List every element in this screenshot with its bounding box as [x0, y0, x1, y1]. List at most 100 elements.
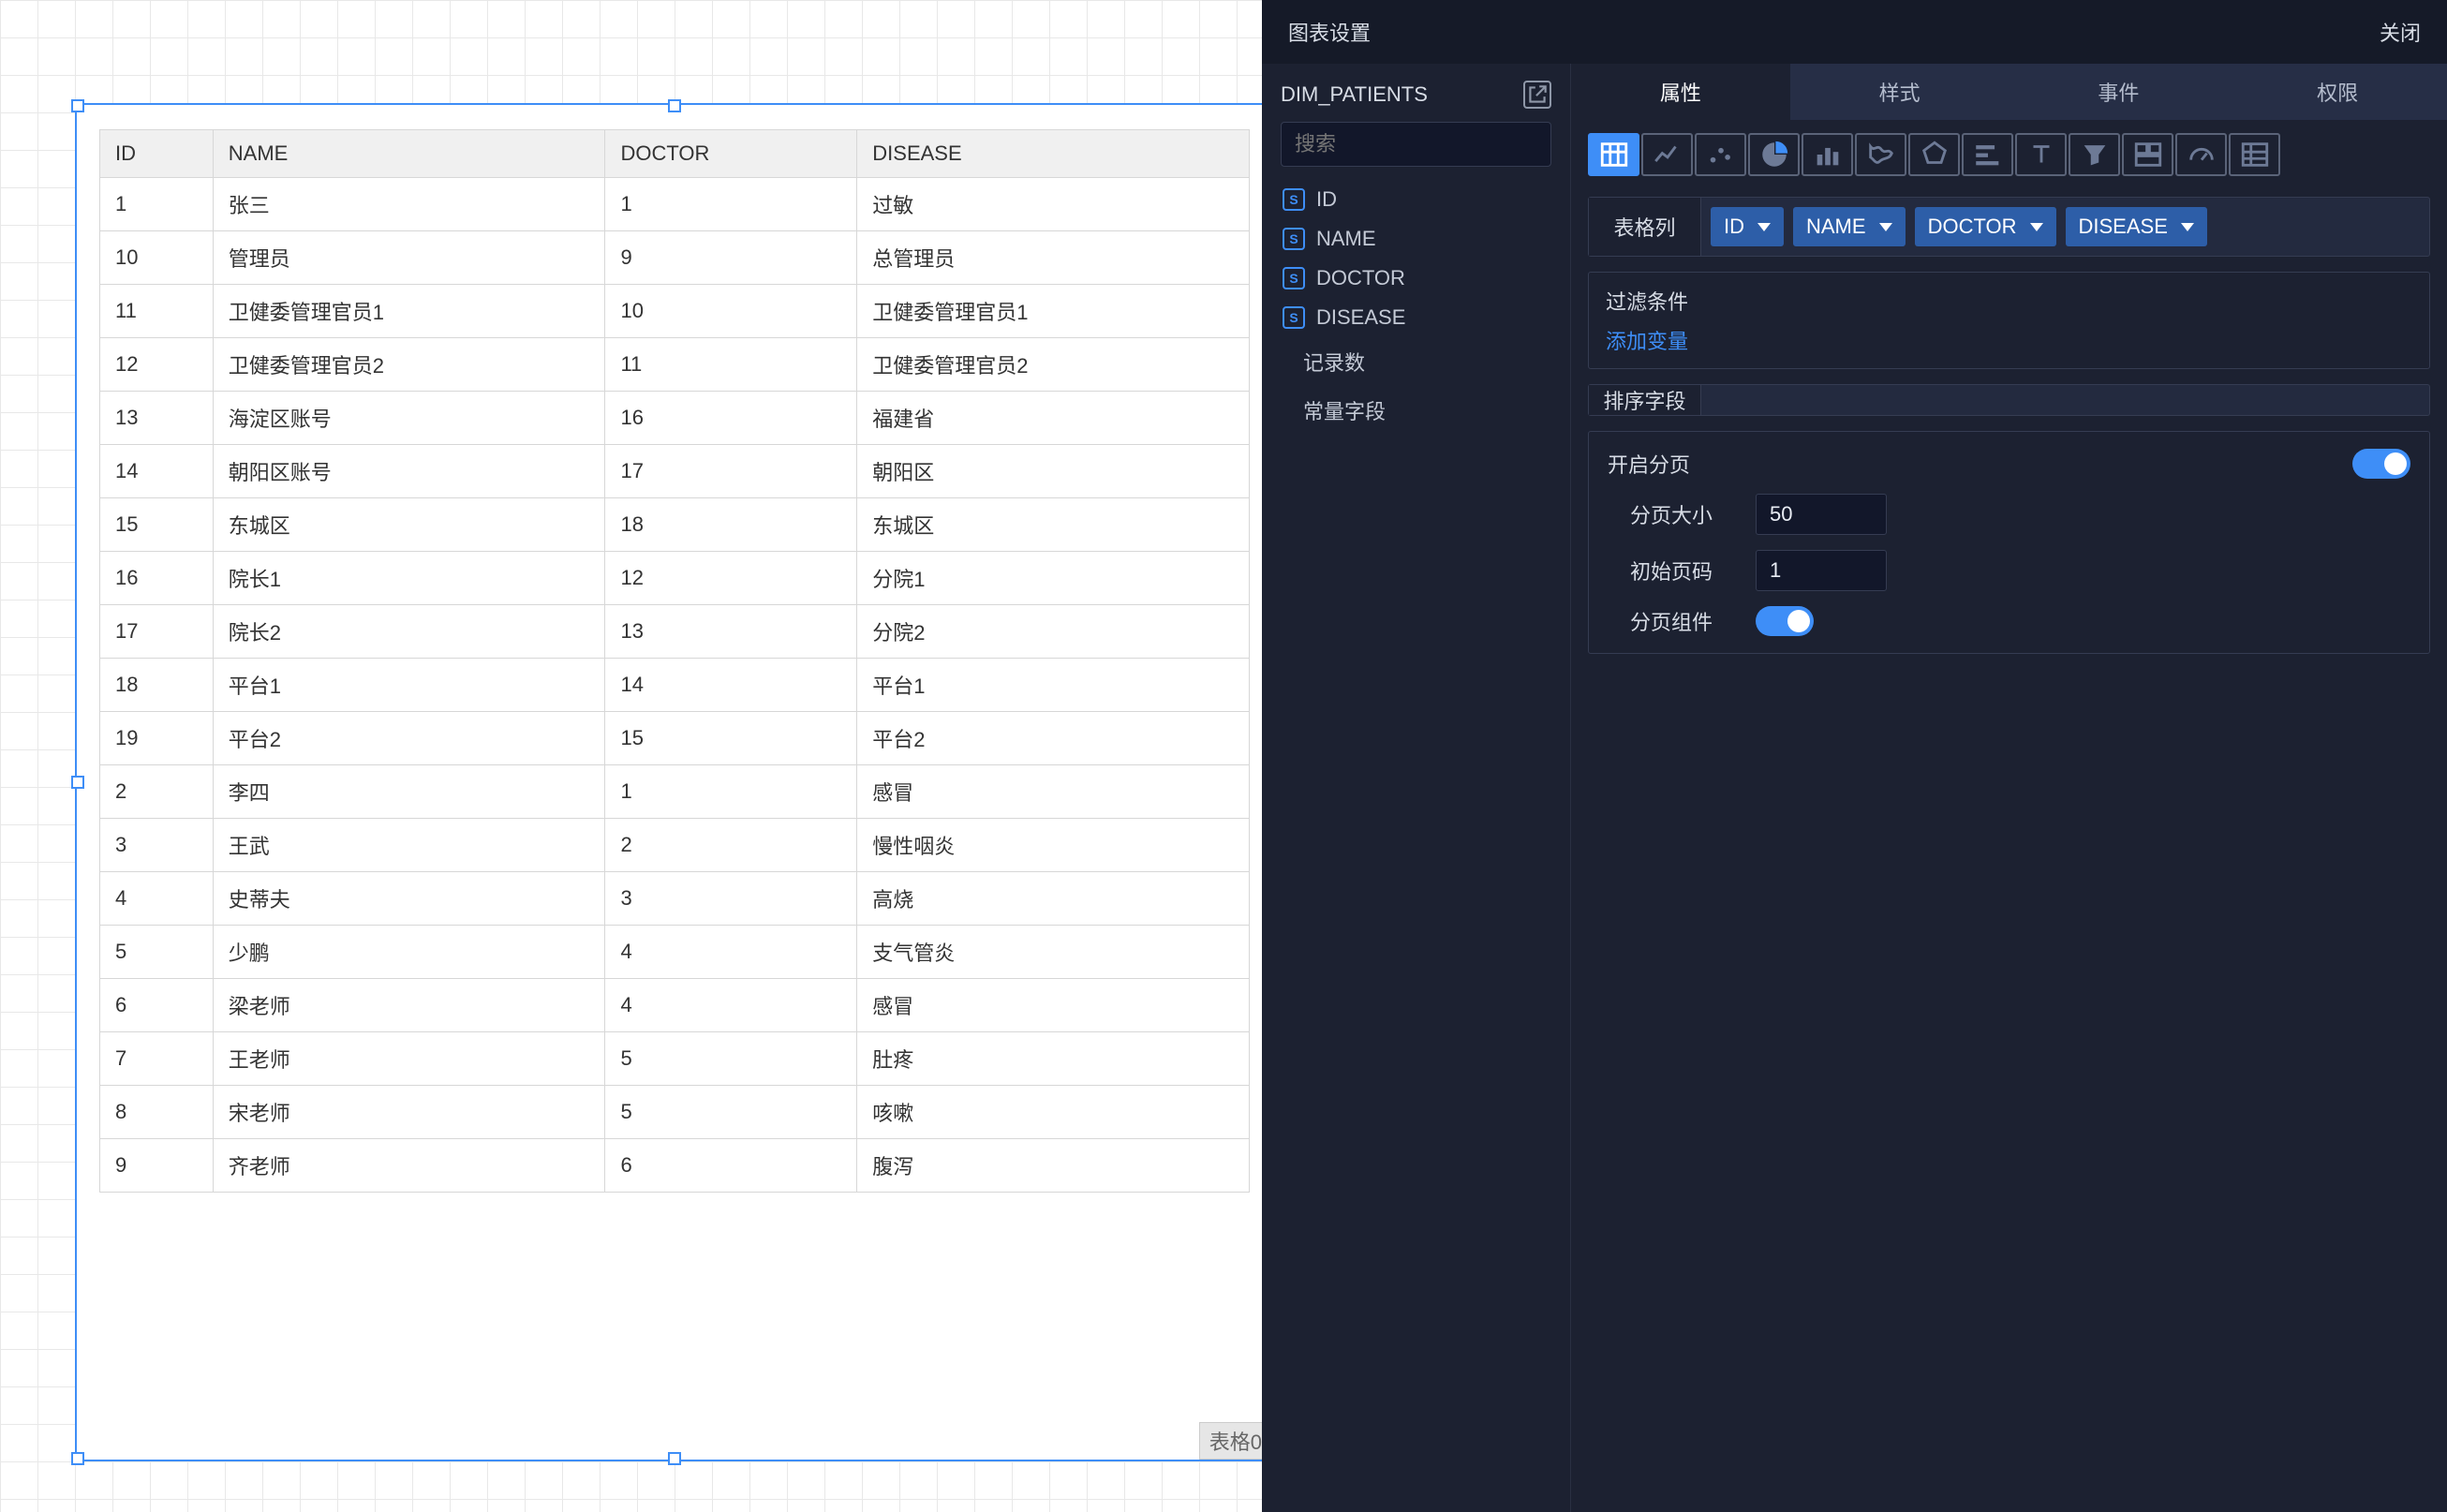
- pager-toggle[interactable]: [1756, 606, 1814, 636]
- cell-disease: 朝阳区: [857, 445, 1250, 498]
- chart-type-gauge-icon[interactable]: [2175, 133, 2227, 176]
- chip-id[interactable]: ID: [1711, 207, 1784, 246]
- table-row: 2李四1感冒: [100, 765, 1250, 819]
- field-label: DISEASE: [1316, 305, 1405, 330]
- open-datasource-icon[interactable]: [1523, 81, 1551, 109]
- cell-id: 9: [100, 1139, 214, 1193]
- table-row: 15东城区18东城区: [100, 498, 1250, 552]
- chart-type-line-icon[interactable]: [1641, 133, 1693, 176]
- cell-doctor: 3: [605, 872, 857, 926]
- cell-doctor: 2: [605, 819, 857, 872]
- search-input[interactable]: [1281, 122, 1551, 167]
- chip-doctor[interactable]: DOCTOR: [1915, 207, 2056, 246]
- cell-doctor: 1: [605, 178, 857, 231]
- table-row: 16院长112分院1: [100, 552, 1250, 605]
- cell-disease: 分院1: [857, 552, 1250, 605]
- cell-disease: 腹泻: [857, 1139, 1250, 1193]
- chevron-down-icon: [2030, 223, 2043, 231]
- cell-id: 18: [100, 659, 214, 712]
- cell-name: 卫健委管理官员1: [213, 285, 605, 338]
- selected-component-frame[interactable]: ID NAME DOCTOR DISEASE 1张三1过敏10管理员9总管理员1…: [75, 103, 1274, 1461]
- table-row: 7王老师5肚疼: [100, 1032, 1250, 1086]
- chart-type-radar-icon[interactable]: [1908, 133, 1960, 176]
- cell-disease: 高烧: [857, 872, 1250, 926]
- table-columns-row: 表格列 ID NAME DOCTOR DISEASE: [1588, 197, 2430, 257]
- cell-doctor: 16: [605, 392, 857, 445]
- cell-doctor: 15: [605, 712, 857, 765]
- cell-doctor: 5: [605, 1086, 857, 1139]
- cell-disease: 支气管炎: [857, 926, 1250, 979]
- cell-id: 12: [100, 338, 214, 392]
- tab-attr[interactable]: 属性: [1571, 64, 1790, 120]
- cell-name: 卫健委管理官员2: [213, 338, 605, 392]
- col-name: NAME: [213, 130, 605, 178]
- table-columns-label: 表格列: [1589, 198, 1701, 256]
- cell-disease: 卫健委管理官员1: [857, 285, 1250, 338]
- chevron-down-icon: [1757, 223, 1771, 231]
- datasource-field[interactable]: S DISEASE: [1281, 298, 1551, 337]
- add-filter-variable[interactable]: 添加变量: [1606, 325, 2412, 355]
- cell-disease: 东城区: [857, 498, 1250, 552]
- cell-disease: 总管理员: [857, 231, 1250, 285]
- page-size-input[interactable]: [1756, 494, 1887, 535]
- cell-name: 朝阳区账号: [213, 445, 605, 498]
- close-button[interactable]: 关闭: [2380, 17, 2421, 47]
- config-column: 属性 样式 事件 权限 表格列: [1571, 64, 2447, 1512]
- cell-name: 史蒂夫: [213, 872, 605, 926]
- cell-doctor: 14: [605, 659, 857, 712]
- cell-name: 管理员: [213, 231, 605, 285]
- sort-dropzone[interactable]: [1701, 385, 2429, 415]
- tree-constant-field[interactable]: 常量字段: [1281, 386, 1551, 435]
- chevron-down-icon: [2181, 223, 2194, 231]
- tab-event[interactable]: 事件: [2010, 64, 2229, 120]
- table-row: 5少鹏4支气管炎: [100, 926, 1250, 979]
- tab-perm[interactable]: 权限: [2228, 64, 2447, 120]
- cell-id: 15: [100, 498, 214, 552]
- cell-doctor: 11: [605, 338, 857, 392]
- datasource-column: DIM_PATIENTS SIDSNAMESDOCTOR S DISEASE 记录数…: [1262, 64, 1571, 1512]
- string-type-icon: S: [1283, 306, 1305, 329]
- datasource-field[interactable]: SID: [1281, 180, 1551, 219]
- chart-type-table-icon[interactable]: [1588, 133, 1639, 176]
- cell-id: 10: [100, 231, 214, 285]
- datasource-field[interactable]: SNAME: [1281, 219, 1551, 259]
- cell-disease: 平台1: [857, 659, 1250, 712]
- cell-id: 6: [100, 979, 214, 1032]
- cell-disease: 咳嗽: [857, 1086, 1250, 1139]
- table-columns-dropzone[interactable]: ID NAME DOCTOR DISEASE: [1701, 198, 2429, 256]
- chart-type-bar-icon[interactable]: [1802, 133, 1853, 176]
- datasource-field[interactable]: SDOCTOR: [1281, 259, 1551, 298]
- chip-disease[interactable]: DISEASE: [2066, 207, 2207, 246]
- cell-id: 19: [100, 712, 214, 765]
- datasource-name: DIM_PATIENTS: [1281, 82, 1428, 107]
- cell-name: 海淀区账号: [213, 392, 605, 445]
- chart-type-pivot-icon[interactable]: [2229, 133, 2280, 176]
- tree-record-count[interactable]: 记录数: [1281, 337, 1551, 386]
- pagination-enable-toggle[interactable]: [2352, 449, 2410, 479]
- cell-name: 李四: [213, 765, 605, 819]
- pager-label: 分页组件: [1630, 606, 1743, 636]
- chart-type-hbar-icon[interactable]: [1962, 133, 2013, 176]
- table-row: 19平台215平台2: [100, 712, 1250, 765]
- chart-type-map-icon[interactable]: [1855, 133, 1906, 176]
- chip-name[interactable]: NAME: [1793, 207, 1906, 246]
- filter-title: 过滤条件: [1606, 286, 2412, 316]
- table-row: 18平台114平台1: [100, 659, 1250, 712]
- table-row: 13海淀区账号16福建省: [100, 392, 1250, 445]
- initial-page-input[interactable]: [1756, 550, 1887, 591]
- cell-disease: 平台2: [857, 712, 1250, 765]
- cell-doctor: 18: [605, 498, 857, 552]
- cell-disease: 过敏: [857, 178, 1250, 231]
- chart-type-funnel-icon[interactable]: [2069, 133, 2120, 176]
- chart-type-pie-icon[interactable]: [1748, 133, 1800, 176]
- cell-name: 平台2: [213, 712, 605, 765]
- chart-type-text-icon[interactable]: [2015, 133, 2067, 176]
- tab-style[interactable]: 样式: [1790, 64, 2010, 120]
- chart-type-scatter-icon[interactable]: [1695, 133, 1746, 176]
- chart-type-dashboard-icon[interactable]: [2122, 133, 2173, 176]
- cell-id: 3: [100, 819, 214, 872]
- cell-id: 11: [100, 285, 214, 338]
- field-label: NAME: [1316, 227, 1376, 251]
- cell-name: 平台1: [213, 659, 605, 712]
- table-row: 11卫健委管理官员110卫健委管理官员1: [100, 285, 1250, 338]
